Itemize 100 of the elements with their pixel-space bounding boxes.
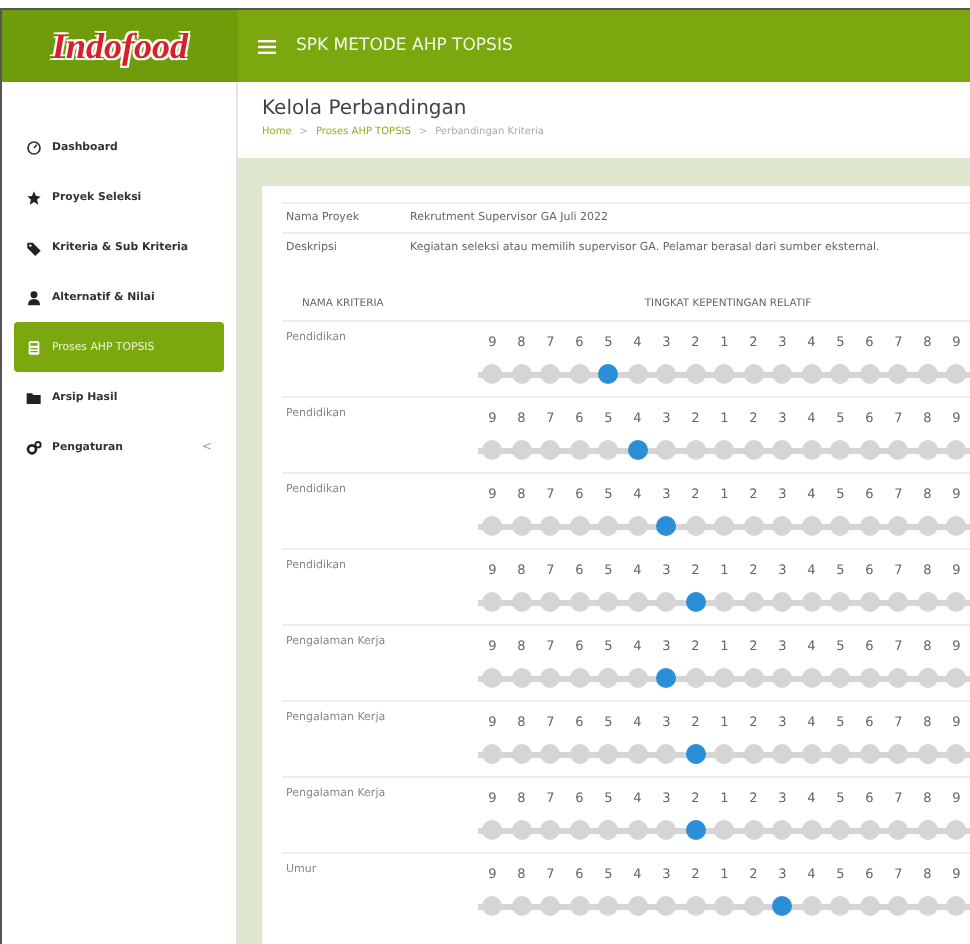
radio-button[interactable] (482, 820, 503, 840)
radio-button[interactable] (627, 896, 648, 916)
radio-button[interactable] (714, 820, 735, 840)
radio-button[interactable] (743, 440, 764, 460)
radio-button[interactable] (511, 896, 532, 916)
radio-button[interactable] (743, 744, 764, 764)
radio-button[interactable] (656, 364, 677, 384)
radio-button[interactable] (830, 744, 851, 764)
menu-icon[interactable] (258, 39, 276, 53)
radio-button[interactable] (714, 896, 735, 916)
radio-button[interactable] (743, 516, 764, 536)
radio-button[interactable] (859, 744, 880, 764)
radio-button[interactable] (946, 744, 967, 764)
radio-button[interactable] (685, 668, 706, 688)
radio-button[interactable] (859, 440, 880, 460)
radio-button[interactable] (482, 364, 503, 384)
radio-button[interactable] (917, 668, 938, 688)
radio-button[interactable] (917, 516, 938, 536)
radio-button[interactable] (540, 516, 561, 536)
radio-button[interactable] (598, 440, 619, 460)
radio-button[interactable] (772, 440, 793, 460)
radio-button[interactable] (511, 364, 532, 384)
radio-button[interactable] (656, 516, 677, 536)
radio-button[interactable] (656, 592, 677, 612)
radio-button[interactable] (917, 364, 938, 384)
radio-button[interactable] (801, 364, 822, 384)
radio-button[interactable] (830, 668, 851, 688)
radio-button[interactable] (801, 592, 822, 612)
radio-button[interactable] (482, 592, 503, 612)
radio-button[interactable] (830, 364, 851, 384)
radio-button[interactable] (685, 440, 706, 460)
radio-button[interactable] (888, 668, 909, 688)
radio-button[interactable] (743, 896, 764, 916)
radio-button[interactable] (627, 668, 648, 688)
radio-button[interactable] (627, 440, 648, 460)
radio-button[interactable] (656, 896, 677, 916)
radio-button[interactable] (743, 364, 764, 384)
radio-button[interactable] (598, 668, 619, 688)
radio-button[interactable] (656, 440, 677, 460)
radio-button[interactable] (946, 516, 967, 536)
radio-button[interactable] (482, 896, 503, 916)
radio-button[interactable] (772, 668, 793, 688)
radio-button[interactable] (888, 896, 909, 916)
radio-button[interactable] (511, 744, 532, 764)
radio-button[interactable] (830, 592, 851, 612)
radio-button[interactable] (830, 440, 851, 460)
radio-button[interactable] (569, 744, 590, 764)
radio-button[interactable] (743, 668, 764, 688)
radio-button[interactable] (772, 592, 793, 612)
radio-button[interactable] (627, 820, 648, 840)
radio-button[interactable] (569, 592, 590, 612)
radio-button[interactable] (569, 516, 590, 536)
radio-button[interactable] (888, 592, 909, 612)
radio-button[interactable] (888, 516, 909, 536)
radio-button[interactable] (627, 516, 648, 536)
radio-button[interactable] (946, 668, 967, 688)
radio-button[interactable] (598, 364, 619, 384)
radio-button[interactable] (830, 516, 851, 536)
radio-button[interactable] (859, 592, 880, 612)
radio-button[interactable] (627, 744, 648, 764)
radio-button[interactable] (569, 364, 590, 384)
radio-button[interactable] (540, 440, 561, 460)
radio-button[interactable] (598, 592, 619, 612)
radio-button[interactable] (569, 668, 590, 688)
radio-button[interactable] (801, 516, 822, 536)
radio-button[interactable] (598, 516, 619, 536)
radio-button[interactable] (685, 592, 706, 612)
radio-button[interactable] (598, 820, 619, 840)
radio-button[interactable] (569, 440, 590, 460)
radio-button[interactable] (859, 364, 880, 384)
radio-button[interactable] (656, 820, 677, 840)
radio-button[interactable] (801, 440, 822, 460)
radio-button[interactable] (540, 744, 561, 764)
radio-button[interactable] (598, 744, 619, 764)
radio-button[interactable] (540, 364, 561, 384)
radio-button[interactable] (598, 896, 619, 916)
radio-button[interactable] (482, 440, 503, 460)
radio-button[interactable] (946, 440, 967, 460)
radio-button[interactable] (801, 668, 822, 688)
radio-button[interactable] (830, 820, 851, 840)
radio-button[interactable] (772, 364, 793, 384)
radio-button[interactable] (888, 440, 909, 460)
radio-button[interactable] (511, 516, 532, 536)
radio-button[interactable] (714, 668, 735, 688)
radio-button[interactable] (743, 820, 764, 840)
radio-button[interactable] (714, 516, 735, 536)
radio-button[interactable] (917, 744, 938, 764)
radio-button[interactable] (656, 668, 677, 688)
radio-button[interactable] (540, 820, 561, 840)
radio-button[interactable] (685, 364, 706, 384)
radio-button[interactable] (482, 516, 503, 536)
radio-button[interactable] (627, 364, 648, 384)
radio-button[interactable] (801, 744, 822, 764)
radio-button[interactable] (714, 744, 735, 764)
radio-button[interactable] (627, 592, 648, 612)
radio-button[interactable] (917, 896, 938, 916)
radio-button[interactable] (685, 820, 706, 840)
radio-button[interactable] (772, 744, 793, 764)
radio-button[interactable] (569, 820, 590, 840)
radio-button[interactable] (511, 592, 532, 612)
